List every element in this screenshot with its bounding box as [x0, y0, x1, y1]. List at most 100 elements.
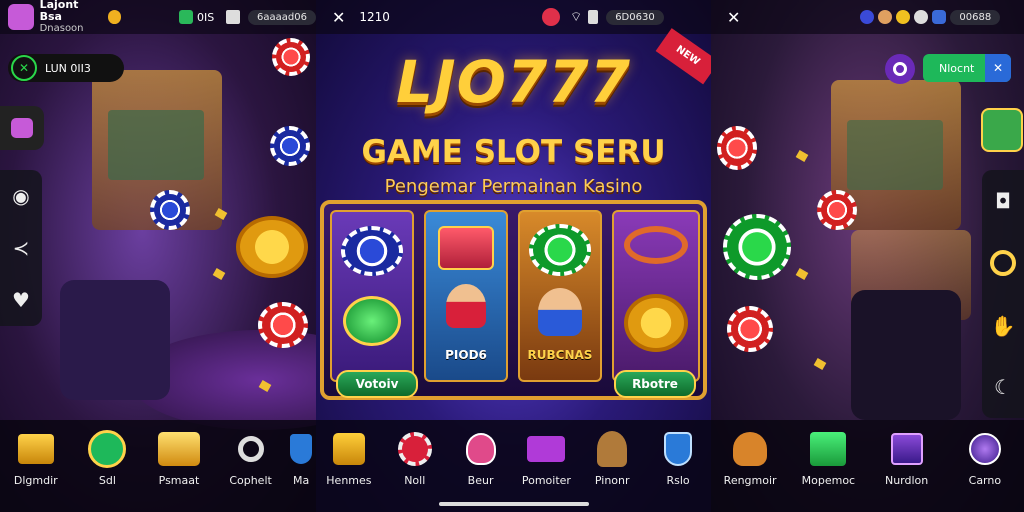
green-chip-icon [529, 224, 591, 276]
center-status-bar: ✕ 1210 ⌔ 6D0630 [316, 0, 711, 34]
nav-item-carno[interactable]: Carno [952, 428, 1018, 487]
center-screen: ✕ 1210 ⌔ 6D0630 NEW LJO777 GAME SLOT SER… [316, 0, 711, 512]
play-button[interactable]: Votoiv [336, 370, 418, 398]
eye-icon[interactable]: ◉ [12, 184, 29, 208]
tools-icon: ✕ [985, 54, 1011, 82]
left-status-bar: Lajont Bsa Dnasoon 0IS 6aaaad06 [0, 0, 316, 34]
confetti-decor [795, 150, 809, 162]
close-icon[interactable]: ✕ [727, 8, 740, 27]
slot-reel-2[interactable]: PIOD6 [424, 210, 508, 382]
orb-icon [964, 428, 1006, 470]
hand-icon[interactable]: ✋ [991, 314, 1016, 338]
avatar[interactable] [8, 4, 34, 30]
moon-icon[interactable]: ☾ [994, 375, 1012, 399]
nav-item-pomoiter[interactable]: Pomoiter [517, 428, 575, 487]
ticket-icon [226, 10, 241, 24]
badge-icon [860, 10, 875, 24]
promo-pill[interactable]: ✕ LUN 0II3 [8, 54, 124, 82]
coin-icon [896, 10, 911, 24]
shield-icon [280, 428, 316, 470]
center-bottom-nav: Henmes Noll Beur Pomoiter Pinonr Rslo [316, 420, 711, 512]
ticket-icon [525, 428, 567, 470]
slot-board: Votoiv PIOD6 RUBCNAS Rbotre [320, 200, 707, 400]
level-text: 0IS [197, 10, 215, 24]
signal-icon [588, 10, 599, 24]
nav-item-nurdlon[interactable]: Nurdlon [874, 428, 940, 487]
nav-item-dlgmdir[interactable]: Dlgmdir [3, 428, 69, 487]
gold-bars-icon [15, 428, 57, 470]
close-icon[interactable]: ✕ [332, 8, 345, 27]
gold-chip-decor [236, 216, 308, 278]
balance-pill: 6aaaad06 [248, 9, 316, 25]
character-avatar[interactable] [981, 108, 1023, 152]
nav-item-beur[interactable]: Beur [452, 428, 510, 487]
side-menu-button[interactable] [0, 106, 44, 150]
wifi-icon: ⌔ [569, 10, 583, 25]
reel-label: RUBCNAS [527, 348, 593, 362]
emoji-icon [914, 10, 929, 24]
blue-chip-decor [270, 126, 310, 166]
red-chip-decor [727, 306, 773, 352]
tools-icon: ✕ [11, 55, 37, 81]
chair-decor [851, 290, 961, 420]
chair-decor [60, 280, 170, 400]
nav-item-cophelt[interactable]: Cophelt [218, 428, 284, 487]
left-action-rail: ◉ ≺ ♥ [0, 170, 42, 326]
nav-item-rslo[interactable]: Rslo [649, 428, 707, 487]
cabinet-screen-decor [847, 120, 943, 190]
home-indicator[interactable] [438, 502, 589, 506]
blue-chip-decor [150, 190, 190, 230]
right-bottom-nav: Rengmoir Mopemoc Nurdlon Carno [711, 420, 1024, 512]
mascot-character-icon [538, 288, 582, 336]
top-action-button[interactable]: Nlocnt ✕ [923, 54, 1011, 82]
nav-item-rengmoir[interactable]: Rengmoir [717, 428, 783, 487]
game-app-icon [11, 118, 33, 138]
green-chip-decor [723, 214, 791, 280]
gold-stack-icon [157, 428, 200, 470]
wheel-icon [394, 428, 436, 470]
confetti-decor [212, 268, 226, 280]
green-coin-icon [86, 428, 128, 470]
slot-reel-1[interactable] [330, 210, 414, 382]
cube-icon [886, 428, 928, 470]
notification-icon[interactable] [541, 8, 560, 26]
heart-badge-icon [460, 428, 502, 470]
right-screen: ✕ 00688 Nlocnt ✕ ◘ ✋ ☾ Rengmoir Mopemoc … [711, 0, 1024, 512]
left-bottom-nav: Dlgmdir Sdl Psmaat Cophelt Ma [0, 420, 316, 512]
magnifier-icon [230, 428, 272, 470]
clock-time: 1210 [359, 10, 390, 24]
gamepad-icon [179, 10, 194, 24]
nav-item-sdl[interactable]: Sdl [74, 428, 140, 487]
tagline: Pengemar Permainan Kasino [384, 176, 643, 197]
confetti-decor [795, 268, 809, 280]
search-icon[interactable] [885, 54, 915, 84]
nav-item-henmes[interactable]: Henmes [320, 428, 378, 487]
balance-pill: 00688 [950, 9, 1001, 25]
red-chip-decor [258, 302, 308, 348]
red-chip-decor [717, 126, 757, 170]
ring-icon[interactable] [990, 250, 1016, 277]
share-icon[interactable]: ≺ [13, 236, 30, 260]
spin-button[interactable]: Rbotre [614, 370, 696, 398]
left-screen: Lajont Bsa Dnasoon 0IS 6aaaad06 ✕ LUN 0I… [0, 0, 316, 512]
avatar-icon [878, 10, 893, 24]
profile-subtitle: Dnasoon [39, 23, 84, 34]
emerald-crown-icon [343, 296, 401, 346]
promo-text: LUN 0II3 [45, 61, 91, 75]
nav-item-pinonr[interactable]: Pinonr [583, 428, 641, 487]
heart-icon[interactable]: ♥ [12, 288, 30, 312]
reel-label: PIOD6 [445, 348, 487, 362]
squirrel-icon [729, 428, 771, 470]
profile-name: Lajont Bsa [39, 0, 79, 23]
gift-box-icon [328, 428, 370, 470]
nav-item-mopemoc[interactable]: Mopemoc [795, 428, 861, 487]
nav-item-ma[interactable]: Ma [289, 428, 313, 487]
brand-title: LJO777 [396, 48, 631, 116]
nav-item-noll[interactable]: Noll [386, 428, 444, 487]
nav-item-psmaat[interactable]: Psmaat [146, 428, 212, 487]
camera-icon[interactable]: ◘ [995, 189, 1011, 213]
ruby-card-icon [438, 226, 494, 270]
slot-reel-4[interactable] [612, 210, 700, 382]
slot-reel-3[interactable]: RUBCNAS [518, 210, 602, 382]
bronze-ring-icon [624, 226, 688, 264]
